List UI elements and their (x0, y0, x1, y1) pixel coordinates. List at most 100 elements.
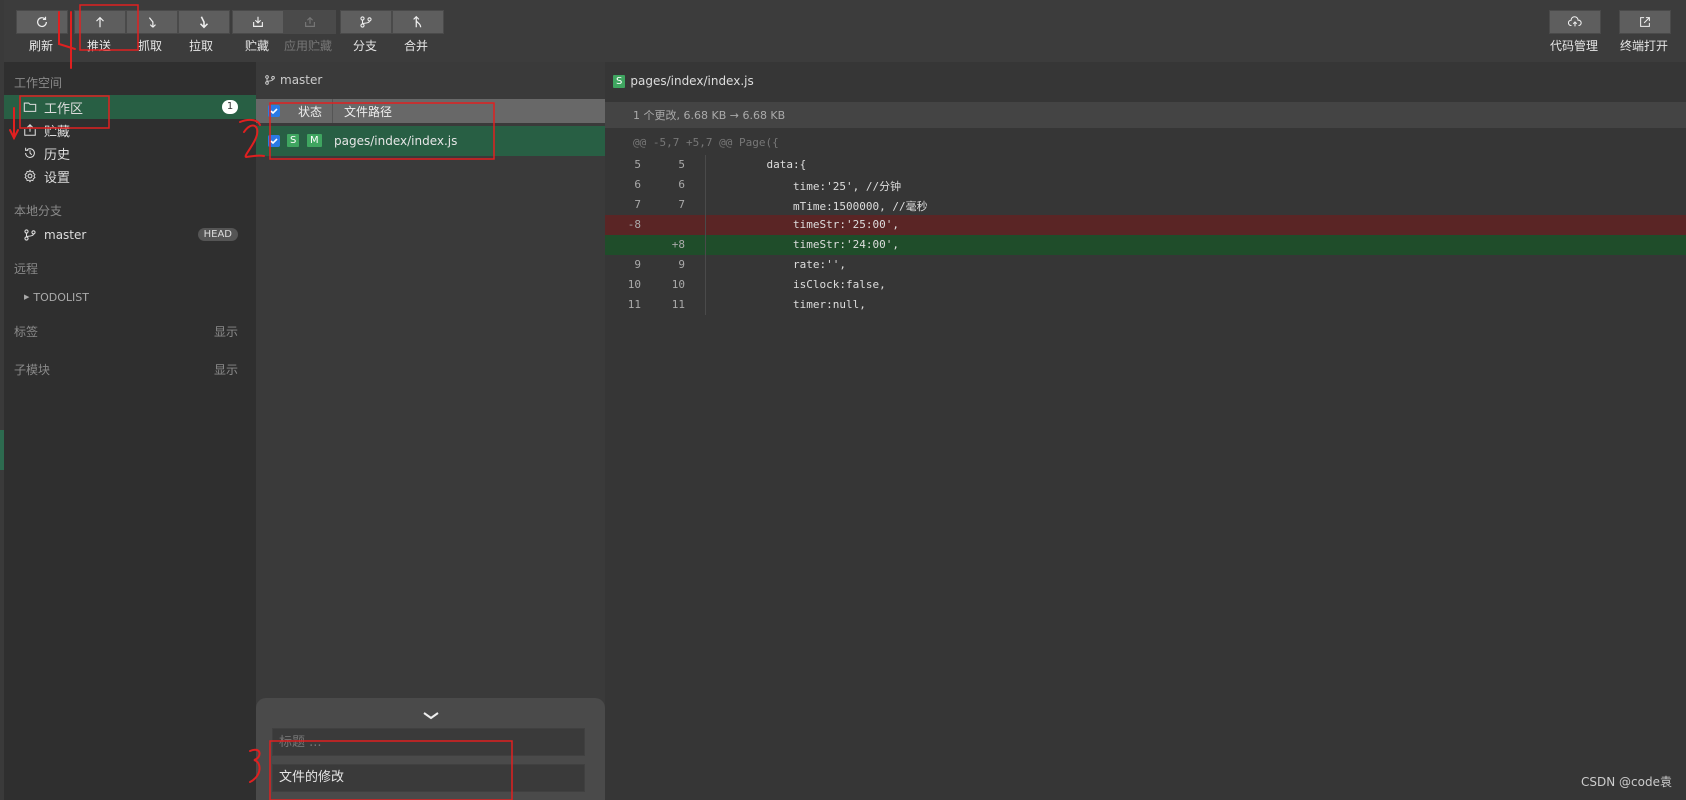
sidebar-item-label: 贮藏 (44, 124, 71, 140)
old-line-number: 7 (634, 198, 641, 211)
diff-line: 9 9 rate:'', (605, 255, 1686, 275)
merge-button[interactable] (392, 10, 444, 34)
file-checkbox[interactable] (268, 135, 280, 147)
diff-pane: S pages/index/index.js 1 个更改, 6.68 KB → … (605, 62, 1686, 800)
old-line-number: 9 (634, 258, 641, 271)
sidebar-item-label: 历史 (44, 147, 71, 163)
push-icon (96, 16, 104, 28)
pull-button[interactable] (178, 10, 230, 34)
branch-icon (22, 227, 38, 243)
new-line-number: 5 (678, 158, 685, 171)
code-text: isClock:false, (740, 278, 886, 291)
gutter-divider (705, 195, 706, 215)
commit-title-input[interactable] (272, 728, 585, 756)
pull-label: 拉取 (188, 39, 213, 53)
code-text: rate:'', (740, 258, 846, 271)
tags-section-title: 标签 (14, 325, 39, 339)
watermark: CSDN @code袁 (1581, 775, 1672, 789)
modified-tag: M (307, 134, 322, 147)
path-column-header[interactable]: 文件路径 (344, 103, 392, 120)
staged-tag: S (287, 134, 300, 147)
diff-summary: 1 个更改, 6.68 KB → 6.68 KB (605, 102, 1686, 128)
diff-line: -8 timeStr:'25:00', (605, 215, 1686, 235)
current-branch-bar: master (256, 62, 605, 98)
cloud-upload-icon (1568, 16, 1582, 27)
commit-message-input[interactable]: 文件的修改 (272, 764, 585, 792)
gutter-divider (705, 175, 706, 195)
commit-panel: 文件的修改 (256, 698, 605, 800)
diff-line: 6 6 time:'25', //分钟 (605, 175, 1686, 195)
new-line-number: +8 (671, 238, 685, 251)
new-line-number: 10 (671, 278, 685, 291)
diff-file-name: pages/index/index.js (630, 74, 754, 88)
code-text: timer:null, (740, 298, 866, 311)
diff-line: +8 timeStr:'24:00', (605, 235, 1686, 255)
gutter-divider (705, 235, 706, 255)
submodules-show-toggle[interactable]: 显示 (214, 361, 238, 378)
external-link-icon (1640, 17, 1650, 27)
old-line-number: 5 (634, 158, 641, 171)
stash-icon (22, 122, 38, 138)
diff-summary-text: 1 个更改, 6.68 KB → 6.68 KB (633, 109, 786, 122)
head-badge: HEAD (197, 228, 238, 241)
branch-button[interactable] (340, 10, 392, 34)
remote-item[interactable]: ▶ TODOLIST (4, 285, 256, 309)
select-all-checkbox[interactable] (268, 105, 280, 117)
branch-icon (264, 74, 276, 86)
diff-line: 10 10 isClock:false, (605, 275, 1686, 295)
old-line-number: 11 (627, 298, 641, 311)
fetch-label: 抓取 (137, 39, 162, 53)
fetch-button[interactable] (126, 10, 178, 34)
old-line-number: 6 (634, 178, 641, 191)
diff-line: 11 11 timer:null, (605, 295, 1686, 315)
file-path: pages/index/index.js (334, 134, 458, 148)
stash-label: 贮藏 (244, 39, 269, 53)
new-line-number: 7 (678, 198, 685, 211)
remote-section-title: 远程 (14, 262, 39, 276)
apply-stash-label: 应用贮藏 (283, 39, 332, 53)
sidebar: 工作空间 工作区 1 贮藏 历史 设置 本地分支 master HEAD 远程 … (4, 62, 256, 800)
branch-item-master[interactable]: master HEAD (4, 223, 256, 247)
apply-stash-icon (305, 16, 315, 27)
tags-show-toggle[interactable]: 显示 (214, 323, 238, 340)
file-row[interactable]: S M pages/index/index.js (256, 126, 605, 156)
code-text: timeStr:'24:00', (740, 238, 899, 251)
hunk-header: @@ -5,7 +5,7 @@ Page({ (605, 130, 1686, 154)
status-column-header[interactable]: 状态 (298, 103, 322, 120)
sidebar-item-settings[interactable]: 设置 (4, 164, 256, 188)
sidebar-item-stash[interactable]: 贮藏 (4, 118, 256, 142)
code-management-label: 代码管理 (1549, 39, 1598, 53)
code-text: mTime:1500000, //毫秒 (740, 200, 928, 213)
open-terminal-label: 终端打开 (1619, 39, 1668, 53)
column-divider (332, 99, 333, 123)
local-branches-section-title: 本地分支 (14, 204, 63, 218)
refresh-button[interactable] (16, 10, 68, 34)
remote-name: TODOLIST (33, 290, 89, 304)
diff-line: 7 7 mTime:1500000, //毫秒 (605, 195, 1686, 215)
code-text: time:'25', //分钟 (740, 180, 902, 193)
old-line-number: -8 (627, 218, 641, 231)
merge-icon (413, 15, 422, 28)
branch-label: 分支 (352, 39, 377, 53)
gutter-divider (705, 215, 706, 235)
sidebar-item-workspace[interactable]: 工作区 1 (4, 95, 256, 119)
collapse-chevron-icon[interactable] (256, 706, 605, 725)
push-button[interactable] (74, 10, 126, 34)
staged-tag: S (613, 74, 626, 88)
diff-file-header: S pages/index/index.js (605, 62, 1686, 100)
new-line-number: 9 (678, 258, 685, 271)
push-label: 推送 (86, 39, 111, 53)
folder-icon (22, 99, 38, 115)
code-management-button[interactable] (1549, 10, 1601, 34)
old-line-number: 10 (627, 278, 641, 291)
open-terminal-button[interactable] (1619, 10, 1671, 34)
stash-button[interactable] (232, 10, 284, 34)
stash-icon (253, 16, 263, 27)
apply-stash-button[interactable] (284, 10, 336, 34)
history-icon (22, 145, 38, 161)
code-text: timeStr:'25:00', (740, 218, 899, 231)
sidebar-item-history[interactable]: 历史 (4, 141, 256, 165)
gutter-divider (705, 255, 706, 275)
change-count-badge: 1 (222, 100, 238, 114)
new-line-number: 11 (671, 298, 685, 311)
